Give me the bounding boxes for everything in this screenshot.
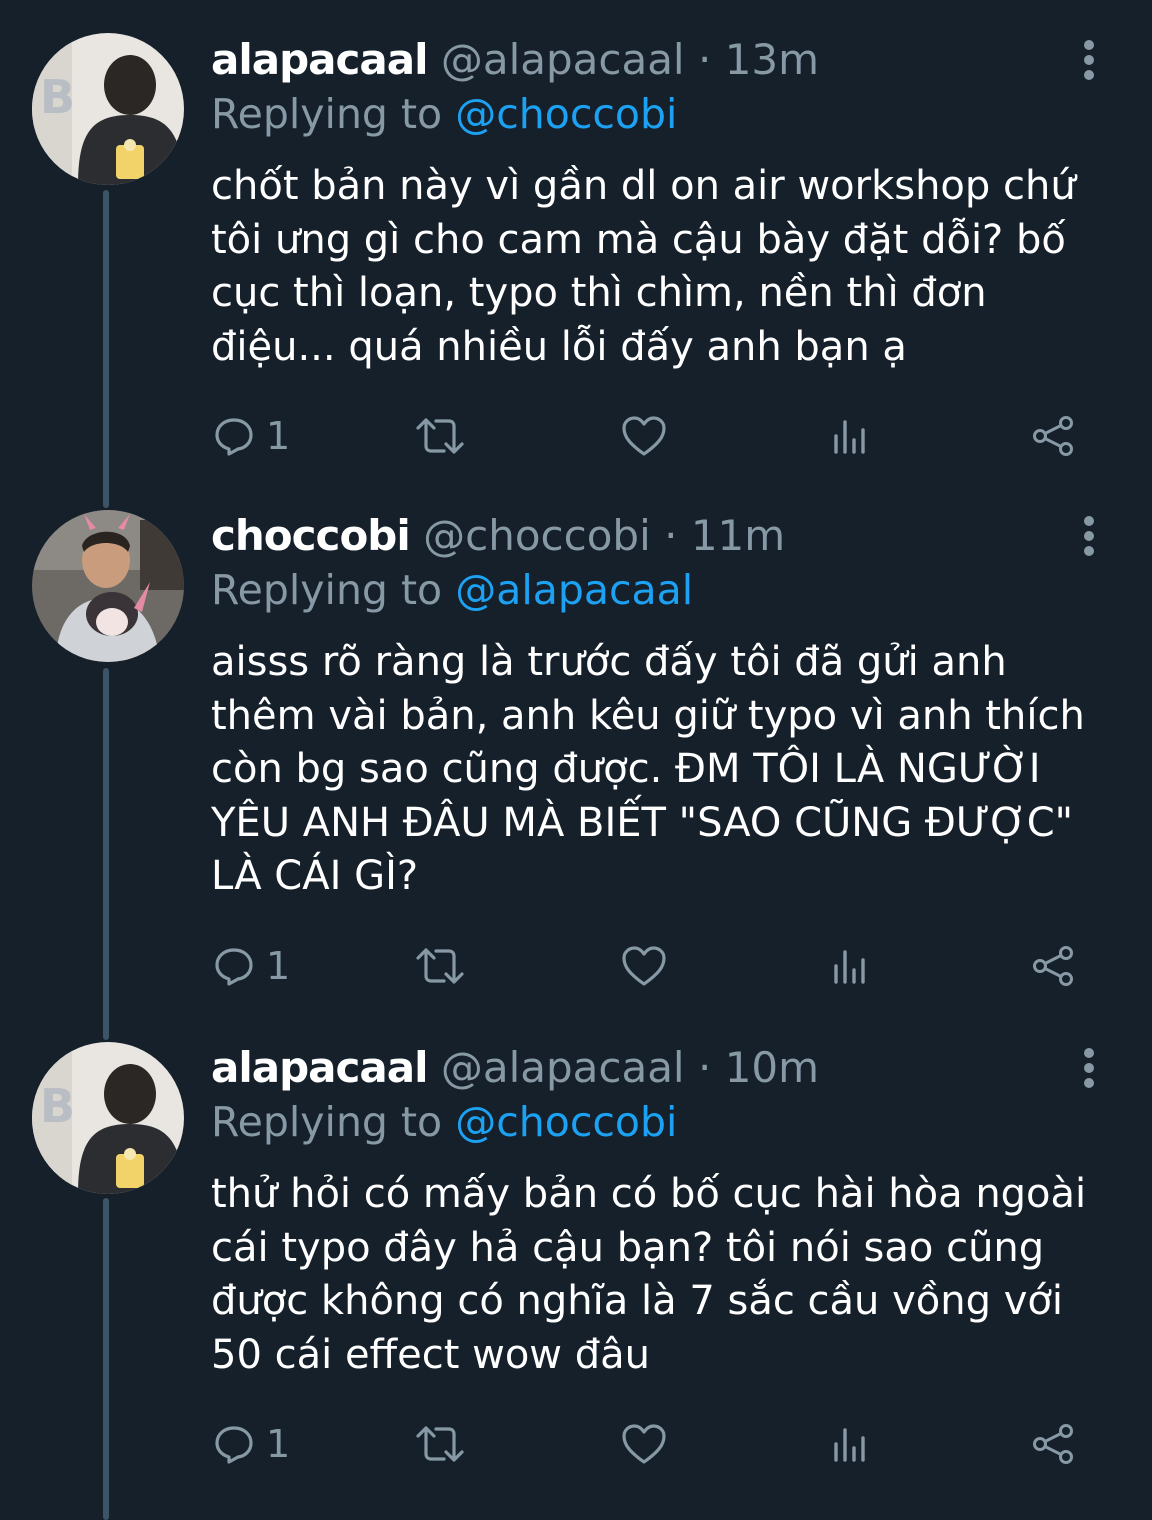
separator-dot: · — [697, 1043, 712, 1092]
like-button[interactable] — [620, 938, 668, 994]
tweet-item[interactable]: B alapacaal @alapacaal · 13m Replying to… — [0, 0, 1152, 490]
separator-dot: · — [697, 35, 712, 84]
tweet-text: thử hỏi có mấy bản có bố cục hài hòa ngo… — [211, 1171, 1087, 1378]
retweet-icon — [416, 948, 464, 984]
user-handle[interactable]: @choccobi — [423, 511, 651, 560]
analytics-icon — [834, 1428, 865, 1462]
share-button[interactable] — [1030, 938, 1078, 994]
reply-icon — [215, 1426, 253, 1464]
reply-count: 1 — [266, 1422, 291, 1466]
replying-prefix: Replying to — [211, 90, 443, 138]
reply-count: 1 — [266, 944, 291, 988]
heart-icon — [622, 946, 666, 986]
user-handle[interactable]: @alapacaal — [441, 1043, 685, 1092]
tweet-header: choccobi @choccobi · 11m — [211, 508, 785, 564]
tweet-thread: B alapacaal @alapacaal · 13m Replying to… — [0, 0, 1152, 1520]
retweet-icon — [416, 1426, 464, 1462]
retweet-button[interactable] — [412, 938, 468, 994]
analytics-button[interactable] — [830, 408, 870, 464]
reply-count: 1 — [266, 414, 291, 458]
analytics-icon — [834, 950, 865, 984]
tweet-item[interactable]: choccobi @choccobi · 11m Replying to @al… — [0, 490, 1152, 1020]
replying-prefix: Replying to — [211, 1098, 443, 1146]
mention-link[interactable]: @choccobi — [455, 1098, 677, 1146]
tweet-actions: 1 — [212, 938, 1092, 994]
heart-icon — [622, 416, 666, 456]
more-vertical-icon[interactable] — [1074, 1044, 1104, 1094]
replying-prefix: Replying to — [211, 566, 443, 614]
mention-link[interactable]: @choccobi — [455, 90, 677, 138]
analytics-button[interactable] — [830, 1416, 870, 1472]
share-icon — [1033, 1424, 1073, 1464]
share-icon — [1033, 946, 1073, 986]
display-name[interactable]: choccobi — [211, 511, 411, 560]
avatar[interactable]: B — [32, 33, 184, 185]
share-button[interactable] — [1030, 408, 1078, 464]
analytics-button[interactable] — [830, 938, 870, 994]
timestamp[interactable]: 13m — [725, 35, 819, 84]
reply-button[interactable]: 1 — [212, 1416, 290, 1472]
separator-dot: · — [664, 511, 678, 560]
like-button[interactable] — [620, 1416, 668, 1472]
mention-link[interactable]: @alapacaal — [455, 566, 693, 614]
reply-icon — [215, 418, 253, 456]
share-icon — [1033, 416, 1073, 456]
tweet-actions: 1 — [212, 1416, 1092, 1472]
share-button[interactable] — [1030, 1416, 1078, 1472]
timestamp[interactable]: 11m — [691, 511, 785, 560]
more-vertical-icon[interactable] — [1074, 512, 1104, 562]
display-name[interactable]: alapacaal — [211, 35, 428, 84]
more-vertical-icon[interactable] — [1074, 36, 1104, 86]
svg-text:B: B — [40, 1079, 75, 1133]
like-button[interactable] — [620, 408, 668, 464]
tweet-item[interactable]: B alapacaal @alapacaal · 10m Replying to… — [0, 1020, 1152, 1520]
reply-button[interactable]: 1 — [212, 408, 290, 464]
avatar[interactable] — [32, 510, 184, 662]
tweet-actions: 1 — [212, 408, 1092, 464]
svg-text:B: B — [40, 70, 75, 124]
timestamp[interactable]: 10m — [725, 1043, 819, 1092]
avatar[interactable]: B — [32, 1042, 184, 1194]
replying-to: Replying to @choccobi — [211, 87, 677, 141]
retweet-button[interactable] — [412, 1416, 468, 1472]
display-name[interactable]: alapacaal — [211, 1043, 428, 1092]
reply-icon — [215, 948, 253, 986]
tweet-header: alapacaal @alapacaal · 13m — [211, 32, 819, 88]
tweet-header: alapacaal @alapacaal · 10m — [211, 1040, 819, 1096]
tweet-text: aisss rõ ràng là trước đấy tôi đã gửi an… — [211, 639, 1085, 899]
retweet-button[interactable] — [412, 408, 468, 464]
user-handle[interactable]: @alapacaal — [441, 35, 685, 84]
replying-to: Replying to @choccobi — [211, 1095, 677, 1149]
analytics-icon — [834, 420, 865, 454]
reply-button[interactable]: 1 — [212, 938, 290, 994]
tweet-text: chốt bản này vì gần dl on air workshop c… — [211, 163, 1076, 370]
heart-icon — [622, 1424, 666, 1464]
replying-to: Replying to @alapacaal — [211, 563, 693, 617]
retweet-icon — [416, 418, 464, 454]
